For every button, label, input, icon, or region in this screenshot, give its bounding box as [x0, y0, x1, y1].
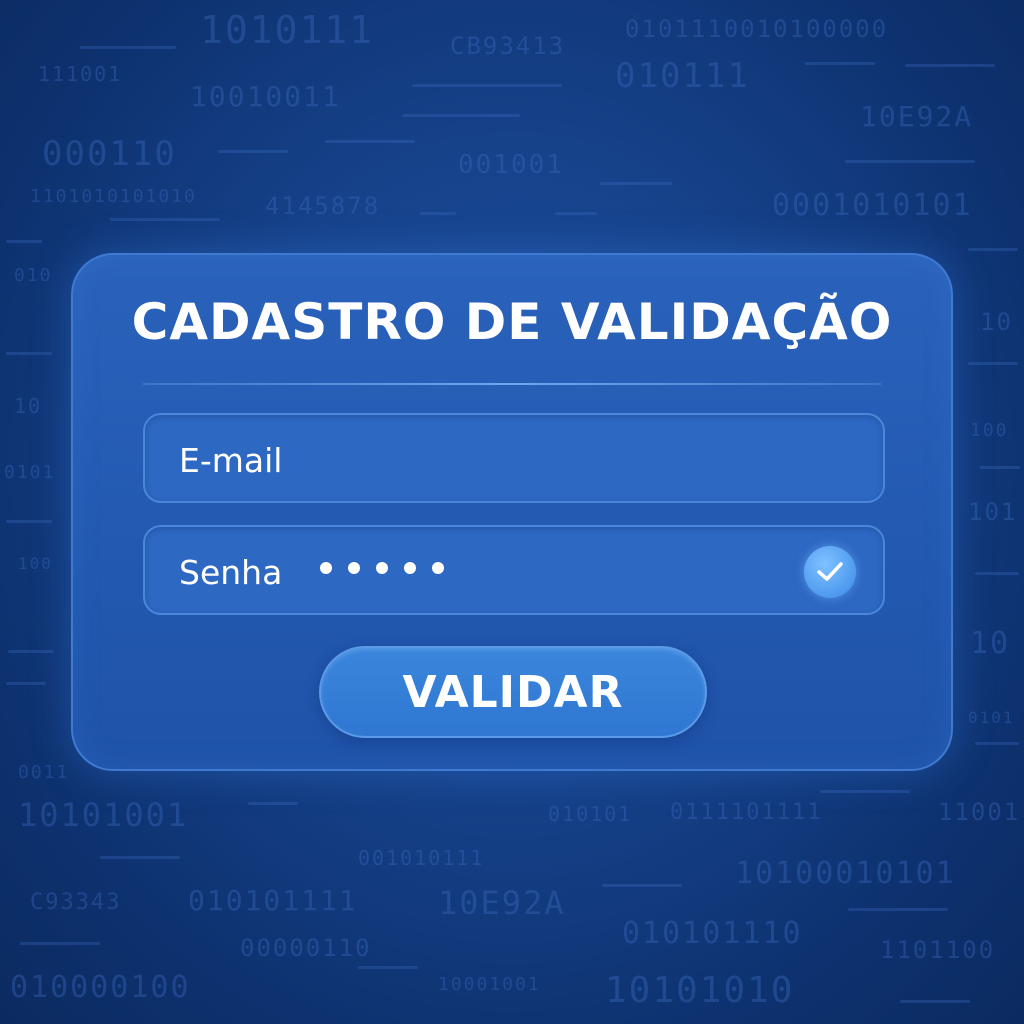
bg-code: C93343 — [30, 890, 122, 915]
bg-code: 010 — [14, 265, 53, 286]
password-field[interactable]: Senha — [143, 525, 885, 615]
bg-code: 010101111 — [188, 884, 358, 917]
bg-code: 001010111 — [358, 846, 485, 870]
password-dot — [432, 562, 444, 574]
bg-dash — [325, 140, 415, 143]
password-dot — [320, 562, 332, 574]
bg-code: 1101100 — [880, 936, 996, 964]
bg-code: 010101 — [548, 802, 633, 826]
bg-code: 10 — [980, 308, 1013, 336]
email-field[interactable]: E-mail — [143, 413, 885, 503]
bg-dash — [110, 218, 220, 221]
bg-code: 111001 — [38, 62, 123, 86]
bg-code: 10101001 — [18, 796, 189, 834]
bg-dash — [975, 572, 1019, 575]
email-field-label: E-mail — [179, 441, 283, 480]
bg-dash — [968, 362, 1018, 365]
bg-dash — [6, 352, 52, 355]
bg-dash — [845, 160, 975, 163]
bg-dash — [100, 856, 180, 859]
bg-code: 1010111 — [200, 8, 375, 52]
bg-code: 000110 — [42, 134, 177, 174]
bg-code: 0011 — [18, 762, 70, 783]
bg-code: 101 — [968, 498, 1018, 526]
bg-dash — [402, 114, 520, 117]
bg-dash — [968, 248, 1018, 251]
bg-dash — [420, 212, 456, 215]
bg-dash — [20, 942, 100, 945]
bg-dash — [6, 520, 52, 523]
password-field-label: Senha — [179, 553, 283, 592]
bg-dash — [820, 790, 910, 793]
bg-code: 10E92A — [438, 884, 566, 922]
bg-dash — [905, 64, 995, 67]
bg-code: 10100010101 — [735, 856, 956, 891]
bg-dash — [8, 650, 54, 653]
bg-code: 11001 — [938, 798, 1021, 826]
bg-code: 010000100 — [10, 970, 191, 1005]
bg-code: 0101 — [968, 708, 1015, 727]
bg-code: 100 — [970, 420, 1009, 441]
bg-code: 001001 — [458, 150, 564, 180]
bg-code: 10001001 — [438, 974, 541, 995]
form-title: CADASTRO DE VALIDAÇÃO — [131, 293, 893, 351]
bg-dash — [412, 84, 562, 87]
bg-code: 010101110 — [622, 916, 803, 951]
bg-code: 0101110010100000 — [625, 15, 889, 43]
bg-code: 0111101111 — [670, 800, 823, 825]
bg-code: 10 — [970, 626, 1011, 661]
bg-dash — [6, 682, 46, 685]
bg-dash — [80, 46, 176, 49]
bg-dash — [602, 884, 682, 887]
bg-dash — [555, 212, 597, 215]
bg-code: 0001010101 — [772, 188, 973, 223]
bg-dash — [600, 182, 672, 185]
check-icon — [804, 546, 856, 598]
bg-code: 10010011 — [190, 80, 341, 113]
bg-code: 10E92A — [860, 100, 974, 133]
validation-form-card: CADASTRO DE VALIDAÇÃO E-mail Senha VALID… — [71, 253, 953, 771]
validate-button-label: VALIDAR — [402, 666, 624, 718]
password-masked-value — [320, 562, 444, 574]
bg-code: 00000110 — [240, 934, 372, 962]
bg-code: 1101010101010 — [30, 186, 197, 207]
bg-code: 4145878 — [265, 192, 381, 220]
bg-dash — [358, 966, 418, 969]
bg-dash — [248, 802, 298, 805]
bg-dash — [218, 150, 288, 153]
bg-code: 10101010 — [605, 970, 795, 1011]
bg-dash — [975, 742, 1019, 745]
bg-code: 100 — [18, 554, 53, 573]
bg-code: 0101 — [4, 462, 56, 483]
validate-button[interactable]: VALIDAR — [319, 646, 707, 738]
bg-code: 010111 — [615, 56, 750, 96]
bg-dash — [6, 240, 42, 243]
password-dot — [404, 562, 416, 574]
bg-dash — [848, 908, 948, 911]
bg-dash — [805, 62, 875, 65]
bg-dash — [980, 466, 1020, 469]
password-dot — [376, 562, 388, 574]
bg-code: 10 — [14, 394, 43, 418]
bg-dash — [900, 1000, 970, 1003]
bg-code: CB93413 — [450, 32, 566, 60]
title-divider — [143, 383, 881, 385]
password-dot — [348, 562, 360, 574]
